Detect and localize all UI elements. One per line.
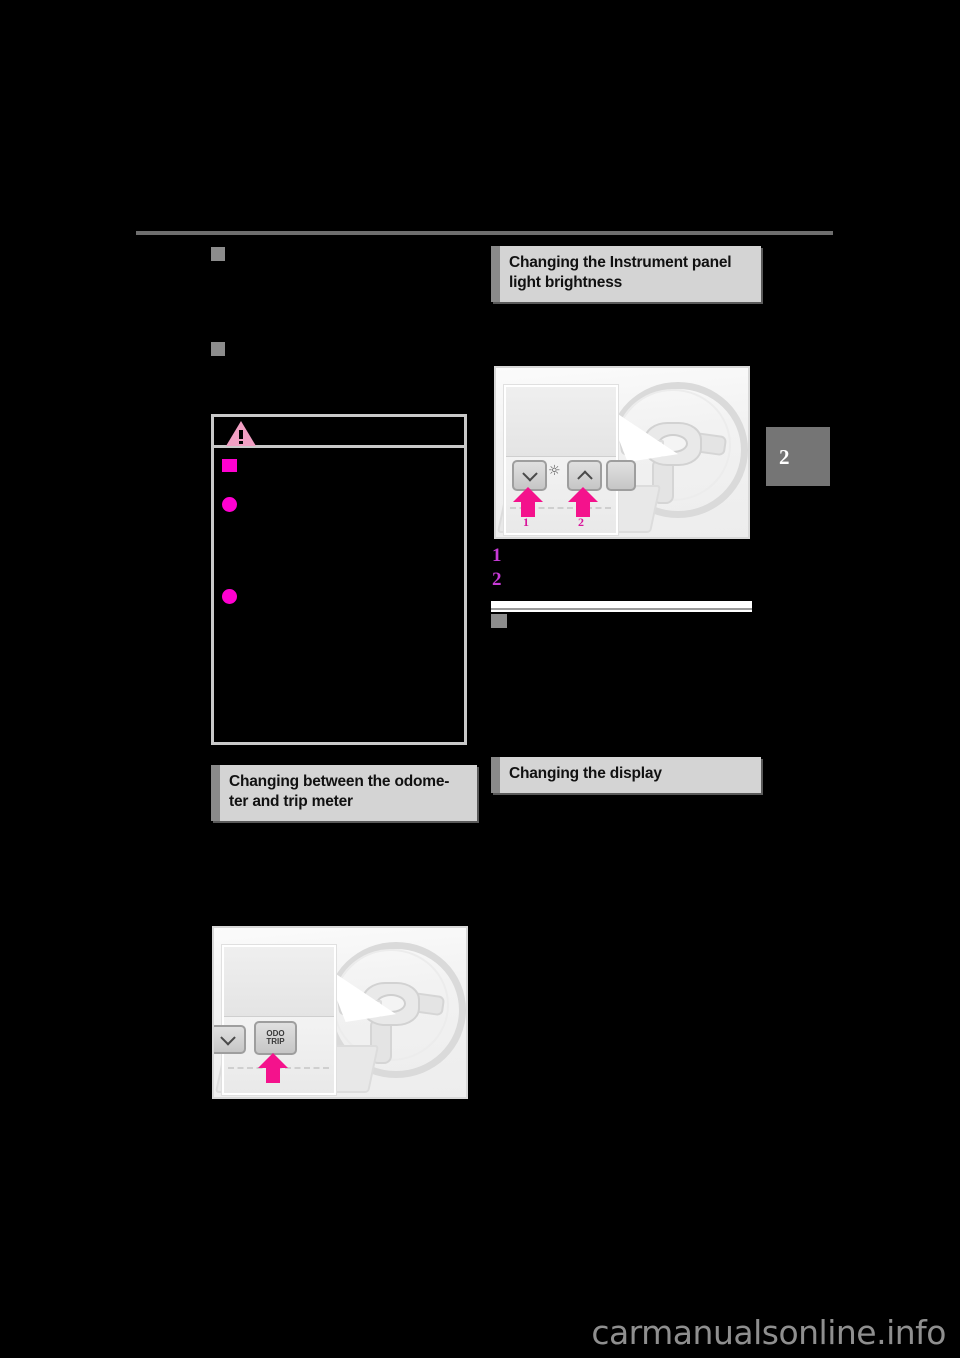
figure-instrument-brightness: ☼ 1 2 bbox=[494, 366, 750, 539]
callout-number-1: 1 bbox=[523, 515, 529, 529]
subsection-divider bbox=[491, 601, 752, 612]
heading-instrument-panel-brightness: Changing the Instrument panel light brig… bbox=[491, 246, 761, 302]
step-number-1: 1 bbox=[492, 545, 502, 566]
warning-box-header bbox=[214, 417, 464, 448]
callout-number-2: 2 bbox=[578, 515, 584, 529]
manual-page: 2 Changing between the odome- ter and tr… bbox=[0, 0, 960, 1358]
heading-odometer-trip-meter: Changing between the odome- ter and trip… bbox=[211, 765, 477, 821]
warning-triangle-icon bbox=[226, 421, 256, 446]
figure-odo-trip-button: ODO TRIP bbox=[212, 926, 468, 1099]
watermark: carmanualsonline.info bbox=[591, 1313, 946, 1352]
callout-panel: ☼ 1 2 bbox=[504, 385, 636, 535]
warning-item-bullet-2 bbox=[222, 589, 237, 604]
chevron-down-icon bbox=[521, 465, 538, 482]
heading-brightness-line1: Changing the Instrument panel bbox=[509, 254, 732, 271]
odo-trip-label-line2: TRIP bbox=[266, 1037, 285, 1046]
adjacent-button-partial[interactable] bbox=[606, 460, 636, 491]
warning-box bbox=[211, 414, 467, 745]
dimmer-down-button-partial[interactable] bbox=[214, 1025, 246, 1054]
warning-item-bullet-1 bbox=[222, 497, 237, 512]
heading-display-text: Changing the display bbox=[509, 765, 662, 782]
chevron-up-icon bbox=[576, 469, 593, 486]
heading-changing-the-display: Changing the display bbox=[491, 757, 761, 793]
warning-group-marker bbox=[222, 459, 237, 472]
step-number-2: 2 bbox=[492, 569, 502, 590]
left-subheading-marker-1 bbox=[211, 247, 225, 261]
heading-odometer-line1: Changing between the odome- bbox=[229, 773, 450, 790]
chevron-down-icon bbox=[220, 1029, 236, 1046]
heading-odometer-line2: ter and trip meter bbox=[229, 792, 353, 810]
section-tab-number: 2 bbox=[779, 445, 790, 469]
dimmer-lamp-icon: ☼ bbox=[548, 463, 561, 479]
heading-brightness-line2: light brightness bbox=[509, 273, 623, 291]
left-subheading-marker-2 bbox=[211, 342, 225, 356]
callout-panel: ODO TRIP bbox=[214, 945, 336, 1095]
section-tab[interactable]: 2 bbox=[766, 427, 830, 486]
right-subheading-marker bbox=[491, 614, 507, 628]
odo-trip-button[interactable]: ODO TRIP bbox=[254, 1021, 297, 1055]
page-top-rule bbox=[136, 231, 833, 235]
